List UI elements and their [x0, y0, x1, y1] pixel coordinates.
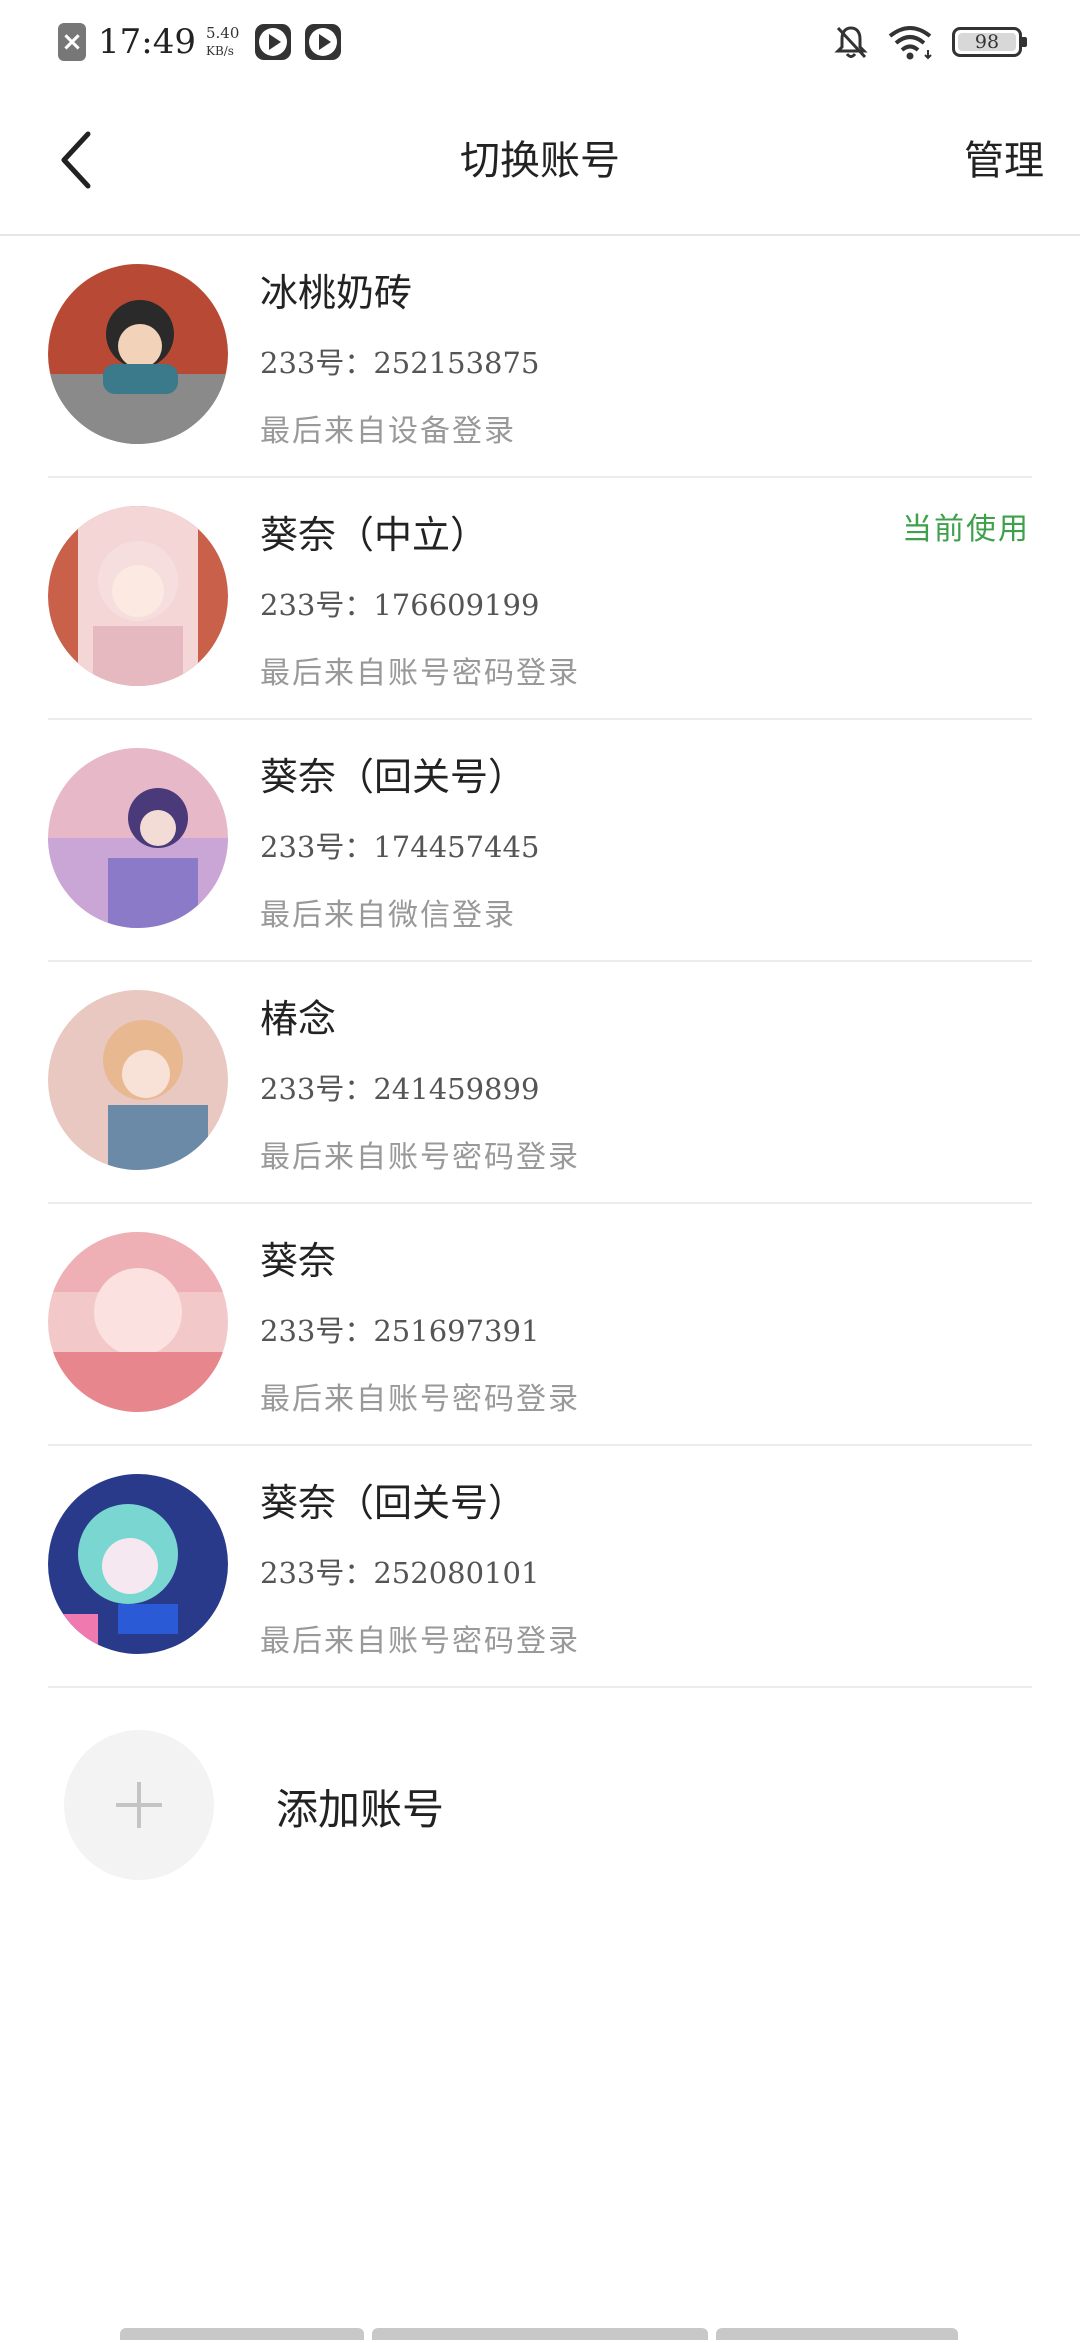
speed-value: 5.40 — [205, 24, 240, 42]
status-bar: × 17:49 5.40 KB/s 98 — [0, 0, 1080, 80]
status-left: × 17:49 5.40 KB/s — [58, 18, 342, 66]
account-item-3[interactable]: 椿念 233号：241459899 最后来自账号密码登录 — [0, 962, 1080, 1204]
login-source: 最后来自账号密码登录 — [260, 1382, 580, 1417]
add-account-label: 添加账号 — [276, 1785, 445, 1834]
status-right: 98 — [834, 20, 1027, 64]
account-name: 葵奈（回关号） — [260, 1481, 527, 1525]
network-speed: 5.40 KB/s — [206, 24, 239, 60]
gesture-bar-center[interactable] — [372, 2328, 708, 2340]
battery-icon: 98 — [952, 27, 1027, 57]
speed-unit: KB/s — [205, 44, 234, 58]
account-name: 椿念 — [260, 997, 337, 1041]
account-item-2[interactable]: 葵奈（回关号） 233号：174457445 最后来自微信登录 — [0, 720, 1080, 962]
avatar — [48, 1232, 228, 1412]
avatar — [48, 506, 228, 686]
avatar — [48, 748, 228, 928]
login-source: 最后来自账号密码登录 — [260, 1140, 580, 1175]
avatar — [48, 264, 228, 444]
clock: 17:49 — [98, 22, 196, 62]
plus-icon — [116, 1782, 162, 1828]
account-id: 233号：174457445 — [260, 830, 540, 864]
login-source: 最后来自账号密码登录 — [260, 1624, 580, 1659]
account-item-1[interactable]: 葵奈（中立） 233号：176609199 最后来自账号密码登录 当前使用 — [0, 478, 1080, 720]
account-list: 冰桃奶砖 233号：252153875 最后来自设备登录 葵奈（中立） 233号… — [0, 236, 1080, 1688]
battery-percent: 98 — [974, 31, 1000, 53]
account-item-5[interactable]: 葵奈（回关号） 233号：252080101 最后来自账号密码登录 — [0, 1446, 1080, 1688]
mute-bell-icon — [834, 26, 868, 59]
play-app-icon — [255, 24, 292, 60]
account-name: 葵奈 — [260, 1239, 337, 1283]
current-account-badge: 当前使用 — [902, 512, 1030, 547]
account-name: 冰桃奶砖 — [260, 271, 413, 315]
close-notification-icon: × — [58, 23, 86, 61]
avatar — [48, 1474, 228, 1654]
login-source: 最后来自设备登录 — [260, 414, 516, 449]
login-source: 最后来自微信登录 — [260, 898, 516, 933]
account-id: 233号：252080101 — [260, 1556, 540, 1590]
play-app-icon — [305, 24, 342, 60]
account-item-4[interactable]: 葵奈 233号：251697391 最后来自账号密码登录 — [0, 1204, 1080, 1446]
gesture-bar-right[interactable] — [716, 2328, 958, 2340]
account-id: 233号：176609199 — [260, 588, 540, 622]
login-source: 最后来自账号密码登录 — [260, 656, 580, 691]
account-id: 233号：241459899 — [260, 1072, 540, 1106]
account-name: 葵奈（中立） — [260, 513, 489, 557]
account-id: 233号：251697391 — [260, 1314, 540, 1348]
add-account-button[interactable]: 添加账号 — [0, 1730, 1080, 1880]
account-name: 葵奈（回关号） — [260, 755, 527, 799]
app-header: 切换账号 管理 — [0, 80, 1080, 236]
account-id: 233号：252153875 — [260, 346, 540, 380]
wifi-icon — [888, 26, 932, 60]
account-item-0[interactable]: 冰桃奶砖 233号：252153875 最后来自设备登录 — [0, 236, 1080, 478]
manage-button[interactable]: 管理 — [964, 128, 1044, 186]
add-account-circle[interactable] — [64, 1730, 214, 1880]
avatar — [48, 990, 228, 1170]
gesture-bar-left[interactable] — [120, 2328, 364, 2340]
page-title: 切换账号 — [460, 138, 620, 184]
